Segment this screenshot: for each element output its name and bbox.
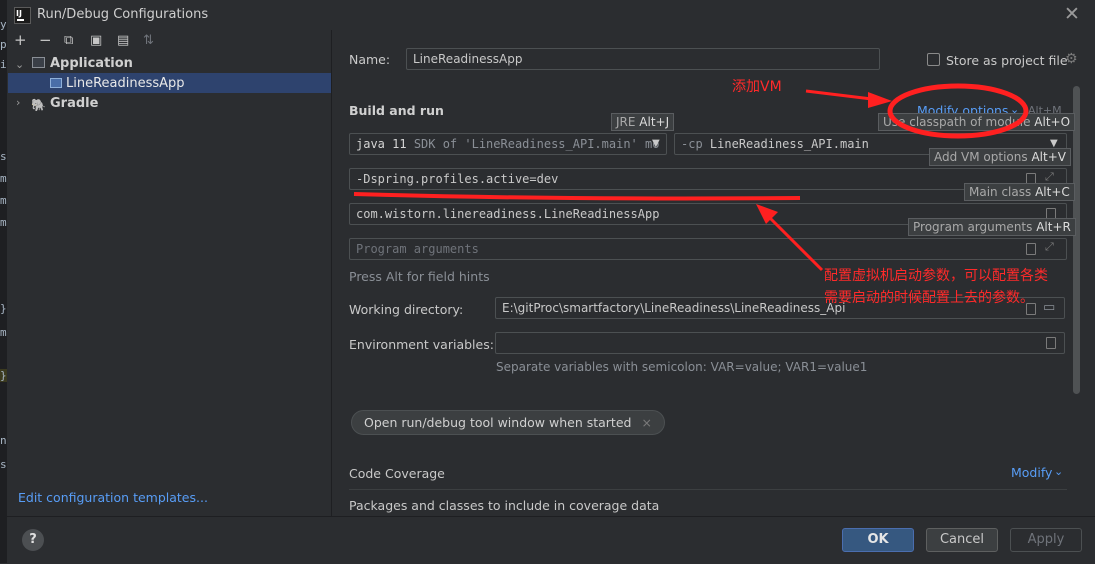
highlight-circle <box>887 83 1029 139</box>
ok-button[interactable]: OK <box>842 528 914 552</box>
help-button[interactable]: ? <box>22 529 44 551</box>
apply-button[interactable]: Apply <box>1010 528 1082 552</box>
cancel-button[interactable]: Cancel <box>926 528 998 552</box>
arrowhead <box>868 92 892 108</box>
underline-mark <box>353 192 801 201</box>
vm-note-line1: 配置虚拟机启动参数，可以配置各类 <box>824 268 1048 284</box>
vm-note-line2: 需要启动的时候配置上去的参数。 <box>824 290 1034 306</box>
add-vm-annotation: 添加VM <box>732 79 782 95</box>
annotation-arrow <box>762 210 824 272</box>
